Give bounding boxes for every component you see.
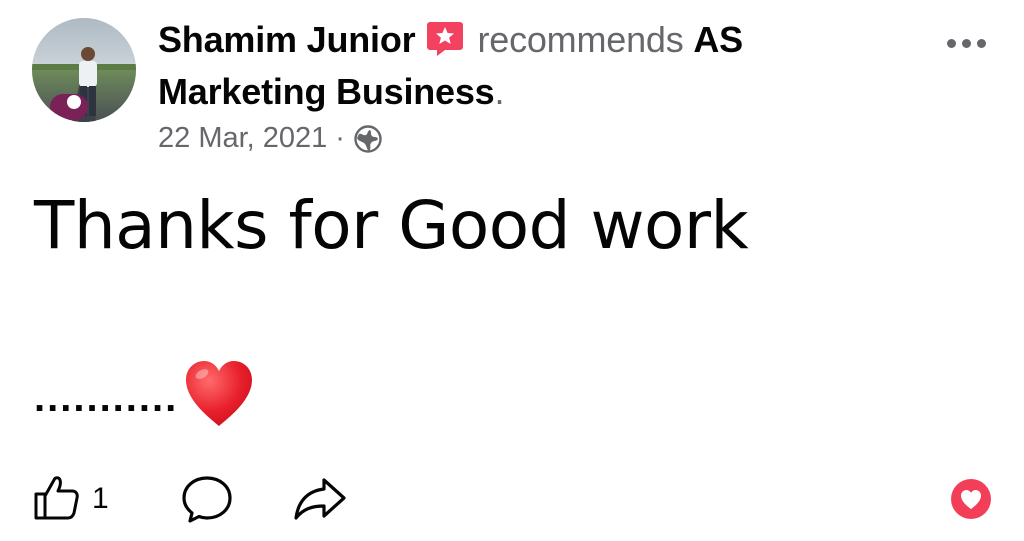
post-message-line-1: Thanks for Good work [34,187,749,264]
post-headline: Shamim Junior recommends AS Marketing Bu… [158,14,858,118]
meta-separator: · [335,122,345,154]
like-button[interactable]: 1 [32,474,109,524]
more-dot [976,38,986,48]
author-name[interactable]: Shamim Junior [158,19,416,60]
post-message-line-2: ........... [34,358,256,438]
comment-button[interactable] [180,474,234,524]
thumbs-up-outline-icon [32,472,82,527]
share-arrow-icon [292,478,348,528]
more-horizontal-icon [946,38,956,48]
like-count: 1 [92,482,109,515]
avatar[interactable] [32,18,136,122]
post-header: Shamim Junior recommends AS Marketing Bu… [158,14,858,155]
globe-icon [353,124,383,154]
action-bar: 1 [0,466,1024,530]
recommend-star-icon [425,18,465,58]
post-date[interactable]: 22 Mar, 2021 [158,122,327,155]
red-heart-emoji-icon [182,358,256,430]
post-message-dots: ........... [34,376,179,420]
share-button[interactable] [292,474,348,524]
heart-reaction-button[interactable] [950,478,992,520]
headline-period: . [494,71,505,112]
heart-reaction-icon [950,479,992,524]
comment-bubble-icon [180,476,234,528]
more-dot [961,38,971,48]
recommendation-post: Shamim Junior recommends AS Marketing Bu… [0,0,1024,541]
more-options-button[interactable] [944,28,988,58]
post-meta: 22 Mar, 2021 · [158,122,858,155]
recommends-verb: recommends [477,19,684,60]
